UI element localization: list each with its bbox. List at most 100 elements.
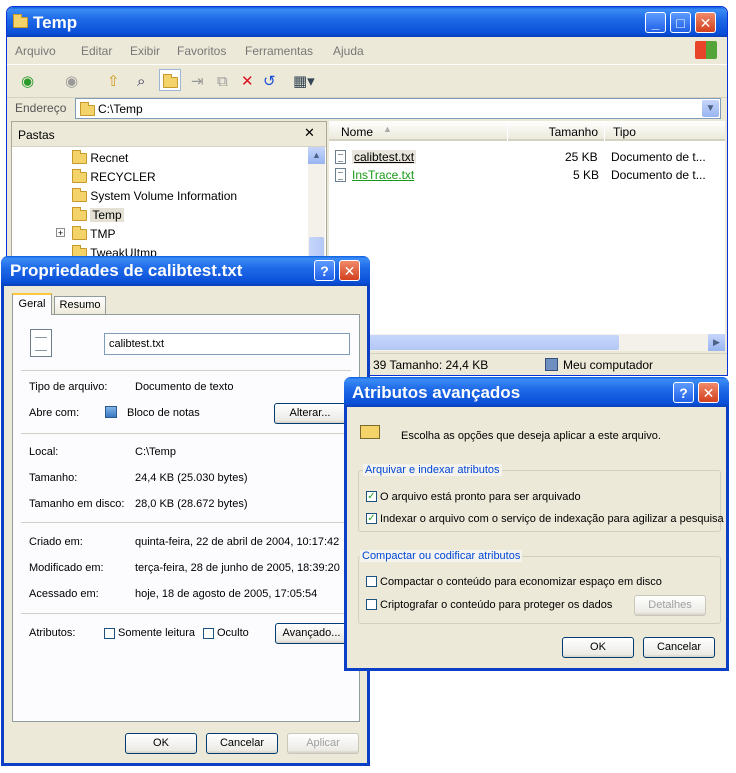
- location-value: C:\Temp: [135, 446, 176, 458]
- advanced-cancel-button[interactable]: Cancelar: [643, 637, 715, 658]
- index-checkbox[interactable]: ✓: [366, 513, 377, 524]
- advanced-description: Escolha as opções que deseja aplicar a e…: [401, 430, 661, 442]
- folder-icon: [13, 14, 28, 29]
- notepad-icon: [105, 406, 117, 418]
- address-dropdown-icon[interactable]: ▼: [702, 100, 719, 117]
- address-folder-icon: [80, 102, 95, 117]
- explorer-titlebar[interactable]: Temp _ □ ✕: [7, 7, 727, 37]
- size-value: 24,4 KB (25.030 bytes): [135, 472, 248, 484]
- cancel-button[interactable]: Cancelar: [206, 733, 278, 754]
- properties-close-button[interactable]: ✕: [339, 260, 360, 281]
- tree-item-recnet[interactable]: Recnet: [72, 150, 128, 165]
- properties-titlebar[interactable]: Propriedades de calibtest.txt ? ✕: [1, 256, 370, 286]
- notepad-document-icon: [30, 329, 52, 357]
- advanced-attributes-dialog: Atributos avançados ? ✕ Escolha as opçõe…: [344, 377, 729, 671]
- column-header-nome[interactable]: Nome ▲: [329, 121, 507, 141]
- compress-checkbox[interactable]: [366, 576, 377, 587]
- menu-ferramentas[interactable]: Ferramentas: [245, 44, 313, 58]
- properties-dialog: Propriedades de calibtest.txt ? ✕ Geral …: [1, 256, 370, 766]
- explorer-title: Temp: [33, 13, 78, 32]
- status-location: Meu computador: [563, 358, 654, 372]
- up-folder-icon[interactable]: ⇧: [107, 73, 120, 91]
- archive-checkbox[interactable]: ✓: [366, 491, 377, 502]
- tree-item-recycler[interactable]: RECYCLER: [72, 169, 156, 184]
- address-label: Endereço: [15, 101, 67, 115]
- copy-to-icon[interactable]: ⧉: [217, 73, 228, 91]
- modified-value: terça-feira, 28 de junho de 2005, 18:39:…: [135, 562, 340, 574]
- status-bar: 39 Tamanho: 24,4 KB Meu computador: [329, 353, 727, 375]
- advanced-titlebar[interactable]: Atributos avançados ? ✕: [344, 377, 729, 407]
- file-row-instrace[interactable]: InsTrace.txt 5 KB Documento de t...: [335, 167, 725, 183]
- advanced-ok-button[interactable]: OK: [562, 637, 634, 658]
- tab-resumo[interactable]: Resumo: [54, 296, 106, 315]
- opens-label: Abre com:: [29, 407, 80, 419]
- undo-icon[interactable]: ↺: [263, 73, 276, 91]
- expand-tmp-icon[interactable]: +: [56, 228, 65, 238]
- tree-item-tmp[interactable]: TMP: [72, 226, 115, 241]
- created-label: Criado em:: [29, 536, 83, 548]
- details-button[interactable]: Detalhes: [634, 595, 706, 616]
- modified-label: Modificado em:: [29, 562, 104, 574]
- disk-size-label: Tamanho em disco:: [29, 498, 125, 510]
- computer-icon: [545, 358, 558, 371]
- readonly-checkbox[interactable]: [104, 628, 115, 639]
- opens-value: Bloco de notas: [127, 407, 200, 419]
- text-file-icon: [335, 149, 346, 164]
- address-field[interactable]: C:\Temp ▼: [75, 98, 721, 119]
- encrypt-label: Criptografar o conteúdo para proteger os…: [380, 599, 613, 611]
- search-icon[interactable]: ⌕: [137, 73, 145, 91]
- file-list-pane: Nome ▲ Tamanho Tipo calibtest.txt 25 KB …: [329, 121, 725, 351]
- created-value: quinta-feira, 22 de abril de 2004, 10:17…: [135, 536, 340, 548]
- advanced-title: Atributos avançados: [352, 383, 521, 402]
- horizontal-scrollbar[interactable]: ▶: [329, 334, 725, 351]
- ok-button[interactable]: OK: [125, 733, 197, 754]
- column-header-tamanho[interactable]: Tamanho: [508, 121, 604, 141]
- help-button[interactable]: ?: [314, 260, 335, 281]
- hidden-label: Oculto: [217, 627, 249, 639]
- close-folders-icon[interactable]: ✕: [304, 125, 315, 141]
- apply-button[interactable]: Aplicar: [287, 733, 359, 754]
- close-button[interactable]: ✕: [695, 12, 716, 33]
- size-label: Tamanho:: [29, 472, 78, 484]
- menu-arquivo[interactable]: Arquivo: [15, 44, 56, 58]
- back-icon[interactable]: ◉: [21, 73, 34, 91]
- text-file-icon: [335, 167, 346, 182]
- archive-index-group-title: Arquivar e indexar atributos: [363, 464, 502, 476]
- hidden-checkbox[interactable]: [203, 628, 214, 639]
- encrypt-checkbox[interactable]: [366, 599, 377, 610]
- file-row-calibtest[interactable]: calibtest.txt 25 KB Documento de t...: [335, 149, 725, 165]
- status-size: 39 Tamanho: 24,4 KB: [373, 358, 489, 372]
- menu-favoritos[interactable]: Favoritos: [177, 44, 226, 58]
- disk-size-value: 28,0 KB (28.672 bytes): [135, 498, 248, 510]
- column-header-tipo[interactable]: Tipo: [605, 121, 725, 141]
- delete-icon[interactable]: ✕: [241, 73, 254, 91]
- index-label: Indexar o arquivo com o serviço de index…: [380, 513, 724, 525]
- advanced-button[interactable]: Avançado...: [275, 623, 348, 644]
- folders-header: Pastas: [18, 128, 55, 142]
- compress-label: Compactar o conteúdo para economizar esp…: [380, 576, 662, 588]
- change-button[interactable]: Alterar...: [274, 403, 346, 424]
- attributes-label: Atributos:: [29, 627, 76, 639]
- accessed-value: hoje, 18 de agosto de 2005, 17:05:54: [135, 588, 318, 600]
- advanced-close-button[interactable]: ✕: [698, 382, 719, 403]
- move-to-icon[interactable]: ⇥: [191, 73, 204, 91]
- folders-icon: [163, 74, 178, 89]
- maximize-button[interactable]: □: [670, 12, 691, 33]
- menu-exibir[interactable]: Exibir: [130, 44, 160, 58]
- forward-icon[interactable]: ◉: [65, 73, 78, 91]
- tree-item-temp[interactable]: Temp: [72, 207, 124, 222]
- archive-label: O arquivo está pronto para ser arquivado: [380, 491, 581, 503]
- filename-input[interactable]: [104, 333, 350, 355]
- views-icon[interactable]: ▦▾: [293, 73, 315, 91]
- type-label: Tipo de arquivo:: [29, 381, 108, 393]
- tree-item-system-volume[interactable]: System Volume Information: [72, 188, 237, 203]
- sort-ascending-icon: ▲: [383, 124, 392, 134]
- minimize-button[interactable]: _: [645, 12, 666, 33]
- address-value: C:\Temp: [98, 102, 143, 116]
- menu-ajuda[interactable]: Ajuda: [333, 44, 364, 58]
- tab-geral[interactable]: Geral: [12, 293, 52, 315]
- menu-bar: Arquivo Editar Exibir Favoritos Ferramen…: [7, 37, 727, 65]
- advanced-help-button[interactable]: ?: [673, 382, 694, 403]
- menu-editar[interactable]: Editar: [81, 44, 112, 58]
- folders-toggle-button[interactable]: [159, 69, 181, 91]
